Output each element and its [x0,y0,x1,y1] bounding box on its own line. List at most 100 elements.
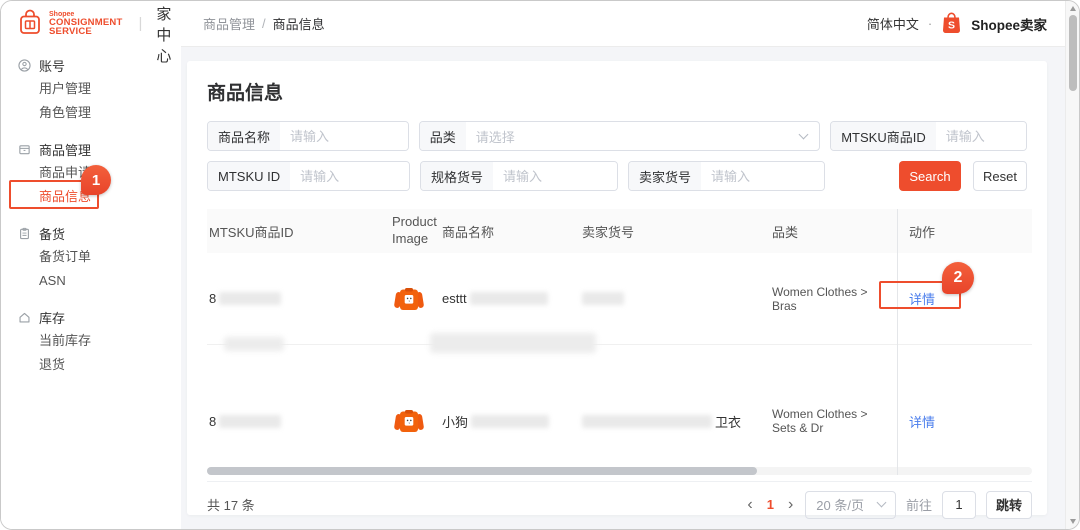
main-region: 商品信息 商品名称 品类 请选择 MTSKU商品 [181,46,1065,529]
jump-button[interactable]: 跳转 [986,491,1032,519]
vertical-scrollbar [1065,1,1079,529]
cell-seller-sku: 卫衣 [582,412,772,431]
brand-logo[interactable]: Shopee CONSIGNMENT SERVICE | 卖家中心 [1,0,181,66]
table-footer: 共 17 条 ‹ 1 › 20 条/页 前往 跳转 [207,481,1032,527]
seller-sku-input[interactable] [701,162,824,190]
category-placeholder: 请选择 [476,127,515,146]
next-page-button[interactable]: › [786,497,795,513]
sidebar-group-stocking: 备货 备货订单 ASN [1,221,181,293]
search-button[interactable]: Search [899,161,961,191]
product-name-input[interactable] [280,122,408,150]
consignment-bag-icon [17,7,43,40]
product-table: MTSKU商品ID Product Image 商品名称 卖家货号 品类 动作 … [207,209,1032,527]
col-category: 品类 [772,222,897,241]
mtsku-id-label: MTSKU ID [208,162,290,190]
redacted-name [471,415,549,428]
cell-action: 详情 [897,412,1032,431]
sidebar-item-product-info[interactable]: 商品信息 [1,185,181,209]
category-field: 品类 请选择 [419,121,820,151]
chevron-down-icon [877,498,887,508]
detail-link[interactable]: 详情 [909,289,935,308]
table-header-row: MTSKU商品ID Product Image 商品名称 卖家货号 品类 动作 [207,209,1032,253]
sidebar-item-role-management[interactable]: 角色管理 [1,101,181,125]
shopee-seller-bag-icon: S [941,11,962,37]
vertical-scrollbar-thumb[interactable] [1069,15,1077,91]
detail-link[interactable]: 详情 [909,412,935,431]
cell-action: 详情 [897,289,1032,308]
reset-button[interactable]: Reset [973,161,1027,191]
seller-sku-label: 卖家货号 [629,162,701,190]
sidebar-item-stocking-orders[interactable]: 备货订单 [1,245,181,269]
name-visible-text: 小狗 [442,412,468,431]
product-image-sweater[interactable] [392,404,426,438]
sidebar-group-product: 商品管理 商品申请 商品信息 [1,137,181,209]
language-switcher[interactable]: 简体中文 [867,14,919,33]
table-row: 8 [207,345,1032,467]
scroll-down-arrow-icon[interactable] [1070,519,1076,524]
pagination: ‹ 1 › 20 条/页 前往 跳转 [745,491,1032,519]
page-size-select[interactable]: 20 条/页 [805,491,896,519]
breadcrumb-current: 商品信息 [273,14,325,33]
col-mtsku-product-id: MTSKU商品ID [207,222,392,241]
home-icon [18,311,31,324]
sidebar-item-product-application[interactable]: 商品申请 [1,161,181,185]
sidebar-group-label: 商品管理 [39,140,91,159]
sidebar-item-returns[interactable]: 退货 [1,353,181,377]
mtsku-id-input[interactable] [290,162,409,190]
goto-page-input[interactable] [942,491,976,519]
sidebar-group-label: 库存 [39,308,65,327]
sidebar: 账号 用户管理 角色管理 商品管理 商品申请 商品信息 [1,46,181,529]
sidebar-group-inventory: 库存 当前库存 退货 [1,305,181,377]
portal-name: 卖家中心 [156,0,181,66]
account-name[interactable]: Shopee卖家 [971,14,1047,34]
table-row: 8 [207,253,1032,345]
category-select[interactable]: 请选择 [466,127,819,146]
sidebar-group-stocking-header[interactable]: 备货 [1,221,181,245]
spec-sku-field: 规格货号 [420,161,618,191]
page-size-value: 20 条/页 [816,495,864,514]
app-window: Shopee CONSIGNMENT SERVICE | 卖家中心 商品管理 /… [0,0,1080,530]
sidebar-group-label: 备货 [39,224,65,243]
mtsku-product-id-input[interactable] [936,122,1026,150]
cell-seller-sku [582,292,772,305]
chevron-down-icon [799,129,809,139]
cell-category: Women Clothes > Sets & Dr [772,407,897,435]
cell-product-id: 8 [207,414,392,429]
breadcrumb-parent[interactable]: 商品管理 [203,14,255,33]
sidebar-item-user-management[interactable]: 用户管理 [1,77,181,101]
redacted-patch [224,337,284,351]
spec-sku-label: 规格货号 [421,162,493,190]
product-name-label: 商品名称 [208,122,280,150]
cell-category: Women Clothes > Bras [772,285,897,313]
current-page[interactable]: 1 [765,497,776,512]
breadcrumb: 商品管理 / 商品信息 [181,14,325,33]
content-card: 商品信息 商品名称 品类 请选择 MTSKU商品 [187,61,1047,515]
id-visible-text: 8 [209,291,216,306]
cell-product-image [392,282,442,316]
total-count: 共 17 条 [207,495,255,514]
filter-form: 商品名称 品类 请选择 MTSKU商品ID [207,121,1027,191]
horizontal-scrollbar-thumb[interactable] [207,467,757,475]
scroll-up-arrow-icon[interactable] [1070,6,1076,11]
horizontal-scrollbar [207,467,1032,475]
goto-label: 前往 [906,495,932,514]
product-image-sweater[interactable] [392,282,426,316]
prev-page-button[interactable]: ‹ [745,497,754,513]
header-divider [181,46,1065,47]
col-action: 动作 [897,222,1032,241]
sidebar-item-current-inventory[interactable]: 当前库存 [1,329,181,353]
sidebar-group-product-header[interactable]: 商品管理 [1,137,181,161]
col-product-image: Product Image [392,214,442,248]
col-product-name: 商品名称 [442,222,582,241]
seller-sku-field: 卖家货号 [628,161,825,191]
page-title: 商品信息 [207,78,1027,105]
sidebar-group-inventory-header[interactable]: 库存 [1,305,181,329]
sidebar-item-asn[interactable]: ASN [1,269,181,293]
cell-product-image [392,404,442,438]
redacted-patch [430,333,596,353]
logo-divider: | [138,15,142,32]
redacted-sku [582,292,624,305]
spec-sku-input[interactable] [493,162,617,190]
redacted-sku [582,415,712,428]
col-seller-sku: 卖家货号 [582,222,772,241]
